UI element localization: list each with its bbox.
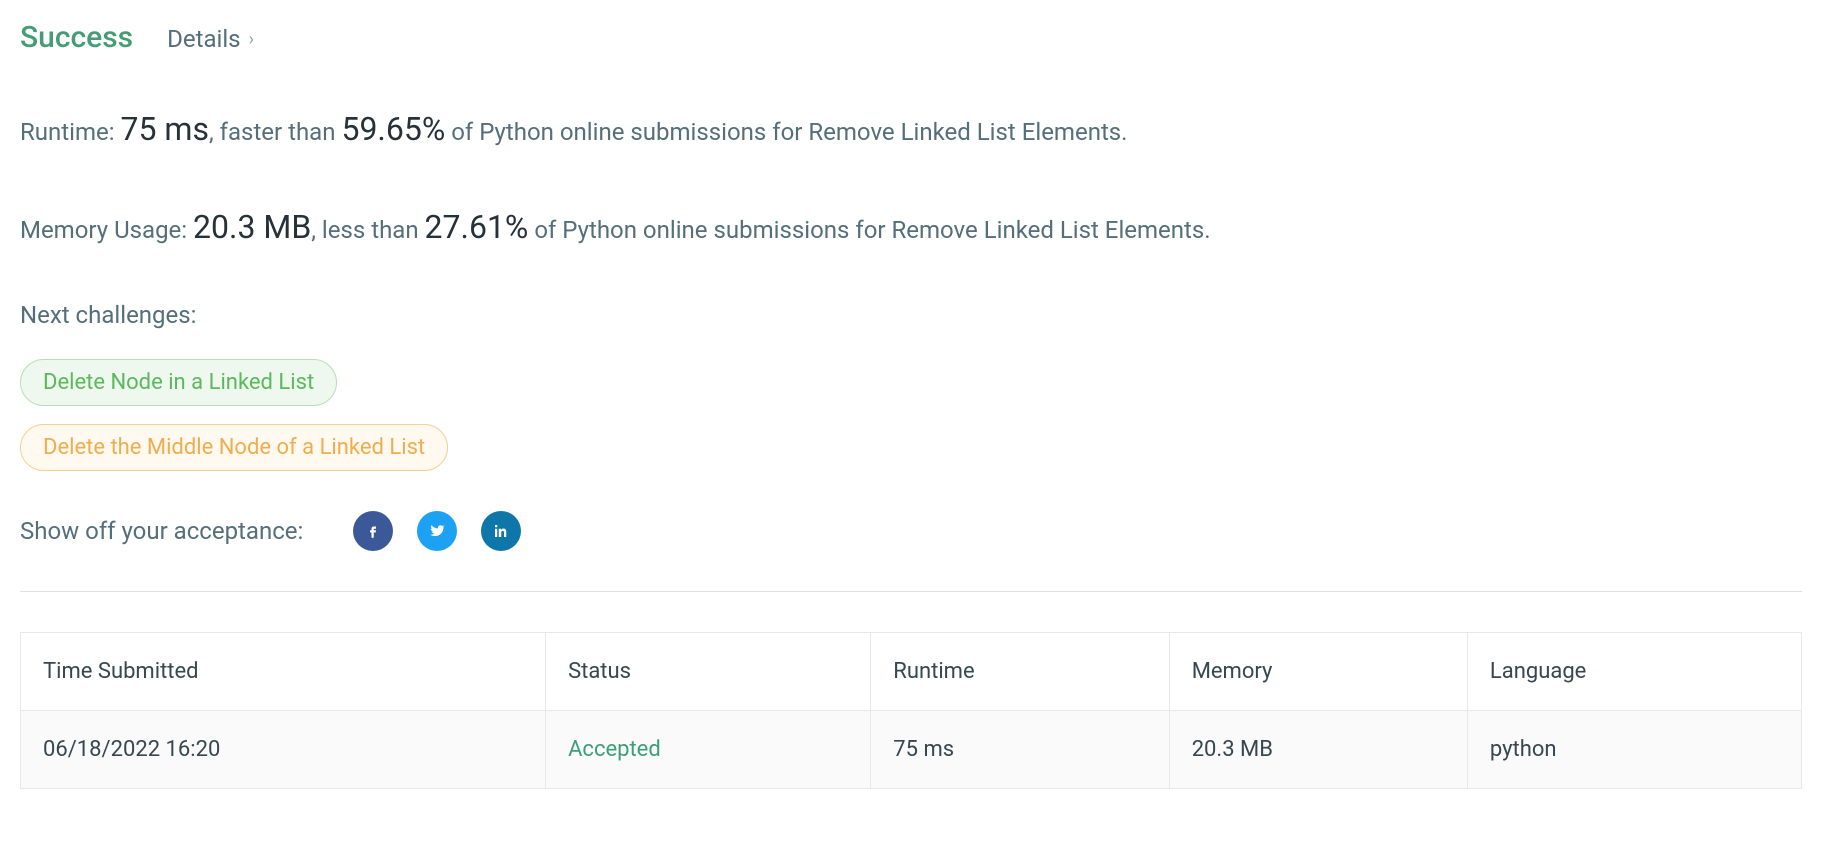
cell-memory: 20.3 MB [1169, 711, 1467, 789]
cell-language: python [1467, 711, 1801, 789]
challenge-pill-easy[interactable]: Delete Node in a Linked List [20, 359, 337, 406]
divider [20, 591, 1802, 592]
submissions-table: Time Submitted Status Runtime Memory Lan… [20, 632, 1802, 789]
col-status: Status [546, 633, 871, 711]
share-row: Show off your acceptance: [20, 511, 1802, 551]
chevron-right-icon: › [249, 29, 254, 50]
runtime-line: Runtime: 75 ms, faster than 59.65% of Py… [20, 105, 1802, 153]
challenge-pills: Delete Node in a Linked List Delete the … [20, 359, 1802, 471]
memory-line: Memory Usage: 20.3 MB, less than 27.61% … [20, 203, 1802, 251]
share-icons [353, 511, 521, 551]
details-label: Details [167, 25, 240, 53]
next-challenges-label: Next challenges: [20, 301, 1802, 329]
cell-runtime: 75 ms [871, 711, 1169, 789]
twitter-icon[interactable] [417, 511, 457, 551]
share-label: Show off your acceptance: [20, 517, 303, 545]
memory-tail: of Python online submissions for Remove … [528, 216, 1210, 244]
cell-time: 06/18/2022 16:20 [21, 711, 546, 789]
details-link[interactable]: Details › [167, 25, 254, 53]
success-status: Success [20, 20, 133, 55]
memory-value: 20.3 MB [193, 208, 311, 246]
cell-status: Accepted [546, 711, 871, 789]
runtime-percent: 59.65% [341, 110, 445, 148]
runtime-faster-than: , faster than [209, 118, 341, 146]
table-header-row: Time Submitted Status Runtime Memory Lan… [21, 633, 1802, 711]
col-runtime: Runtime [871, 633, 1169, 711]
result-header: Success Details › [20, 20, 1802, 55]
memory-percent: 27.61% [425, 208, 529, 246]
col-memory: Memory [1169, 633, 1467, 711]
status-accepted-link[interactable]: Accepted [568, 737, 661, 762]
runtime-label: Runtime: [20, 118, 121, 146]
runtime-tail: of Python online submissions for Remove … [445, 118, 1127, 146]
col-language: Language [1467, 633, 1801, 711]
runtime-value: 75 ms [121, 110, 209, 148]
challenge-pill-medium[interactable]: Delete the Middle Node of a Linked List [20, 424, 448, 471]
memory-less-than: , less than [311, 216, 424, 244]
facebook-icon[interactable] [353, 511, 393, 551]
memory-label: Memory Usage: [20, 216, 193, 244]
table-row: 06/18/2022 16:20 Accepted 75 ms 20.3 MB … [21, 711, 1802, 789]
col-time-submitted: Time Submitted [21, 633, 546, 711]
linkedin-icon[interactable] [481, 511, 521, 551]
